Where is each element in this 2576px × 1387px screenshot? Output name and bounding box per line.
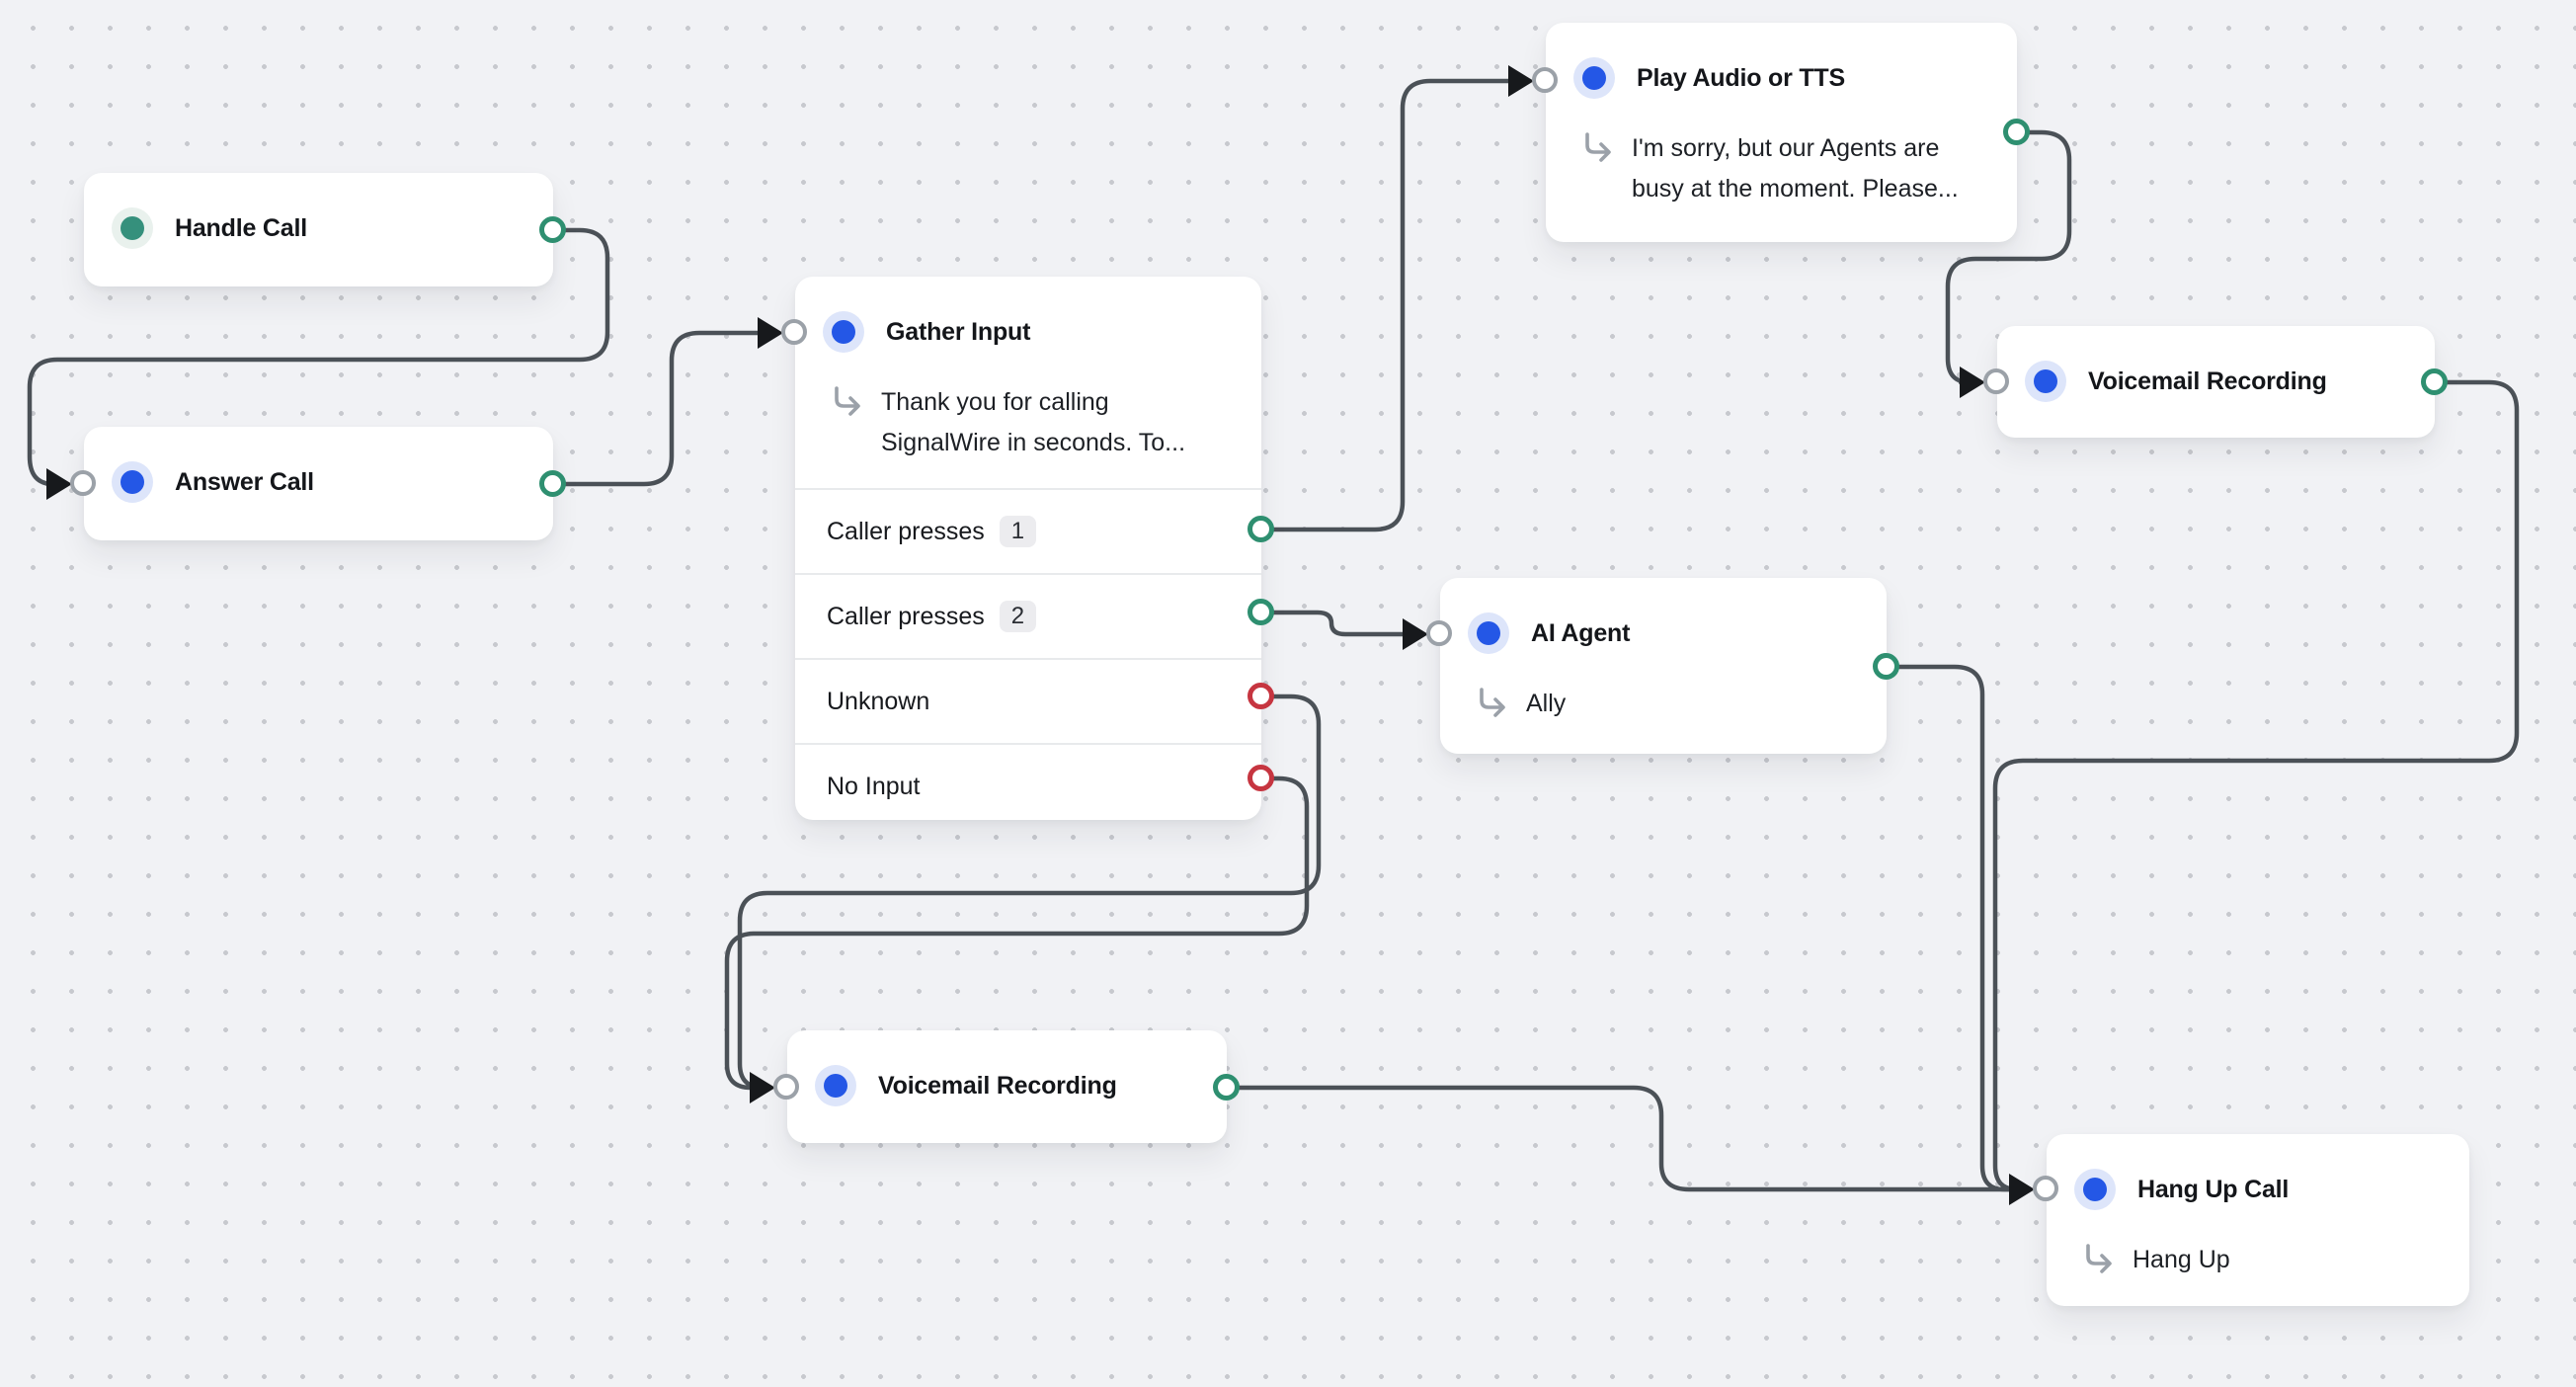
- node-hang-up-call[interactable]: Hang Up Call Hang Up: [2047, 1134, 2469, 1306]
- node-voicemail-recording-bottom[interactable]: Voicemail Recording: [787, 1030, 1227, 1143]
- node-title: Voicemail Recording: [2088, 367, 2327, 396]
- input-port-gather-input[interactable]: [781, 319, 807, 345]
- node-description: Ally: [1440, 654, 1887, 724]
- output-port-unknown[interactable]: [1248, 683, 1274, 709]
- node-header: Voicemail Recording: [787, 1030, 1227, 1106]
- node-play-audio-or-tts[interactable]: Play Audio or TTS I'm sorry, but our Age…: [1546, 23, 2017, 242]
- input-arrow-icon: [46, 468, 72, 500]
- input-port-hang-up-call[interactable]: [2033, 1176, 2058, 1201]
- action-node-icon: [1573, 57, 1615, 99]
- node-description: I'm sorry, but our Agents are busy at th…: [1546, 99, 2017, 209]
- output-port-ai-agent[interactable]: [1873, 653, 1899, 680]
- input-port-play-audio[interactable]: [1532, 67, 1558, 93]
- node-header: Handle Call: [84, 173, 553, 249]
- reply-arrow-icon: [1477, 687, 1509, 719]
- node-header: Gather Input: [795, 277, 1261, 353]
- node-handle-call[interactable]: Handle Call: [84, 173, 553, 286]
- input-port-voicemail-recording-bottom[interactable]: [773, 1074, 799, 1100]
- node-header: Hang Up Call: [2047, 1134, 2469, 1210]
- node-title: Play Audio or TTS: [1637, 64, 1845, 93]
- input-arrow-icon: [758, 317, 783, 349]
- output-port-voicemail-recording-bottom[interactable]: [1213, 1074, 1240, 1101]
- output-port-voicemail-recording-right[interactable]: [2421, 368, 2448, 395]
- input-arrow-icon: [2009, 1174, 2035, 1205]
- action-node-icon: [2074, 1169, 2116, 1210]
- edge-ai-agent-to-hang-up: [1887, 667, 2010, 1189]
- reply-arrow-icon: [2083, 1243, 2116, 1275]
- output-port-answer-call[interactable]: [539, 470, 566, 497]
- description-text: Thank you for calling SignalWire in seco…: [881, 382, 1232, 463]
- input-arrow-icon: [1960, 367, 1985, 398]
- node-header: AI Agent: [1440, 578, 1887, 654]
- action-node-icon: [2025, 361, 2066, 402]
- flow-canvas[interactable]: { "canvas": { "background": "#f1f2f5", "…: [0, 0, 2576, 1387]
- action-node-icon: [823, 311, 864, 353]
- node-title: Handle Call: [175, 214, 307, 243]
- node-gather-input[interactable]: Gather Input Thank you for calling Signa…: [795, 277, 1261, 820]
- output-rows: Caller presses 1 Caller presses 2 Unknow…: [795, 488, 1261, 828]
- input-arrow-icon: [1508, 65, 1534, 97]
- node-title: AI Agent: [1531, 619, 1630, 648]
- input-port-ai-agent[interactable]: [1426, 620, 1452, 646]
- reply-arrow-icon: [832, 385, 864, 418]
- action-node-icon: [112, 461, 153, 503]
- input-port-answer-call[interactable]: [70, 470, 96, 496]
- node-voicemail-recording-right[interactable]: Voicemail Recording: [1997, 326, 2435, 438]
- output-port-handle-call[interactable]: [539, 216, 566, 243]
- node-ai-agent[interactable]: AI Agent Ally: [1440, 578, 1887, 754]
- node-header: Answer Call: [84, 427, 553, 503]
- key-badge: 1: [1000, 516, 1036, 547]
- action-node-icon: [1468, 612, 1509, 654]
- edge-answer-call-to-gather-input: [553, 333, 759, 484]
- reply-arrow-icon: [1582, 131, 1615, 164]
- node-header: Voicemail Recording: [1997, 326, 2435, 402]
- output-label: Unknown: [827, 688, 929, 716]
- node-description: Hang Up: [2047, 1210, 2469, 1280]
- output-port-no-input[interactable]: [1248, 765, 1274, 791]
- input-arrow-icon: [750, 1072, 775, 1103]
- key-badge: 2: [1000, 601, 1036, 632]
- node-title: Hang Up Call: [2137, 1176, 2289, 1204]
- node-title: Voicemail Recording: [878, 1072, 1117, 1101]
- node-title: Answer Call: [175, 468, 314, 497]
- output-label: No Input: [827, 773, 921, 801]
- input-arrow-icon: [1403, 618, 1428, 650]
- start-node-icon: [112, 207, 153, 249]
- output-row-no-input[interactable]: No Input: [795, 743, 1261, 828]
- node-title: Gather Input: [886, 318, 1030, 347]
- edge-caller-presses-1-to-play-audio: [1261, 81, 1509, 530]
- node-description: Thank you for calling SignalWire in seco…: [795, 353, 1261, 463]
- output-port-caller-presses-2[interactable]: [1248, 599, 1274, 625]
- description-text: Ally: [1526, 684, 1566, 724]
- output-label: Caller presses: [827, 518, 985, 546]
- output-row-caller-presses-1[interactable]: Caller presses 1: [795, 488, 1261, 573]
- output-port-caller-presses-1[interactable]: [1248, 516, 1274, 542]
- output-row-caller-presses-2[interactable]: Caller presses 2: [795, 573, 1261, 658]
- output-port-play-audio[interactable]: [2003, 119, 2030, 145]
- description-text: I'm sorry, but our Agents are busy at th…: [1632, 128, 1987, 209]
- input-port-voicemail-recording-right[interactable]: [1983, 368, 2009, 394]
- edge-voicemail-recording-bottom-to-hang-up: [1227, 1088, 2010, 1189]
- action-node-icon: [815, 1065, 856, 1106]
- node-answer-call[interactable]: Answer Call: [84, 427, 553, 540]
- edge-voicemail-recording-right-to-hang-up: [1995, 382, 2517, 1189]
- description-text: Hang Up: [2133, 1240, 2230, 1280]
- output-label: Caller presses: [827, 603, 985, 631]
- output-row-unknown[interactable]: Unknown: [795, 658, 1261, 743]
- edge-caller-presses-2-to-ai-agent: [1261, 612, 1404, 634]
- node-header: Play Audio or TTS: [1546, 23, 2017, 99]
